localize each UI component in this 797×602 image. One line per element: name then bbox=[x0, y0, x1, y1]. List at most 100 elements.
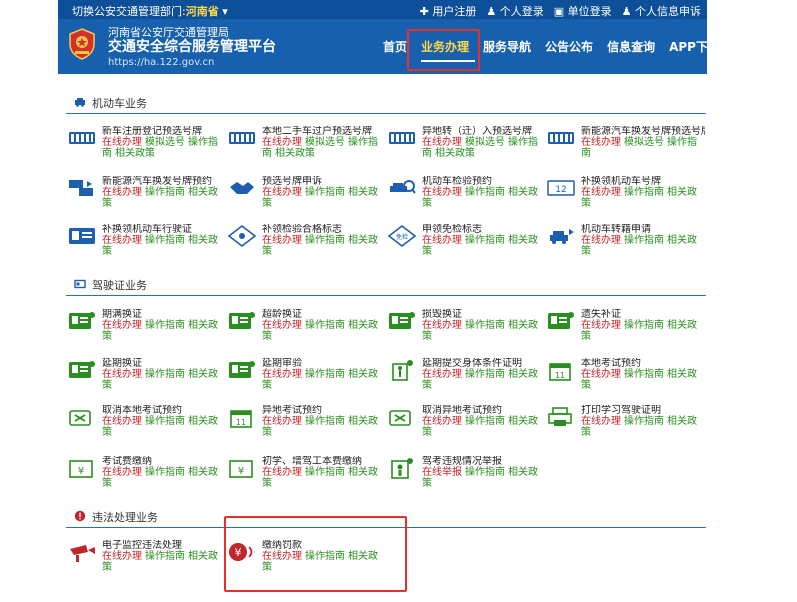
service-item[interactable]: 损毁换证 在线办理 操作指南 相关政策 bbox=[388, 309, 546, 353]
service-link[interactable]: 操作指南 bbox=[145, 320, 185, 331]
service-link[interactable]: 操作指南 bbox=[305, 416, 345, 427]
service-link[interactable]: 操作指南 bbox=[305, 467, 345, 478]
online-action-link[interactable]: 在线办理 bbox=[581, 187, 621, 198]
service-item-name[interactable]: 新车注册登记预选号牌 bbox=[102, 126, 226, 137]
service-item[interactable]: 新车注册登记预选号牌 在线办理 模拟选号 操作指南 相关政策 bbox=[68, 126, 226, 170]
service-link[interactable]: 操作指南 bbox=[305, 369, 345, 380]
service-item-name[interactable]: 超龄换证 bbox=[262, 309, 386, 320]
service-link[interactable]: 相关政策 bbox=[435, 148, 475, 159]
service-item-name[interactable]: 取消异地考试预约 bbox=[422, 405, 546, 416]
online-action-link[interactable]: 在线办理 bbox=[262, 416, 302, 427]
online-action-link[interactable]: 在线举报 bbox=[422, 467, 462, 478]
service-item[interactable]: 新能源汽车换发号牌预约 在线办理 操作指南 相关政策 bbox=[68, 176, 226, 220]
service-item[interactable]: 异地转（迁）入预选号牌 在线办理 模拟选号 操作指南 相关政策 bbox=[388, 126, 546, 170]
service-item[interactable]: 机动车检验预约 在线办理 操作指南 相关政策 bbox=[388, 176, 546, 220]
service-item[interactable]: 延期审验 在线办理 操作指南 相关政策 bbox=[228, 358, 386, 402]
online-action-link[interactable]: 在线办理 bbox=[581, 369, 621, 380]
service-item-name[interactable]: 申领免检标志 bbox=[422, 224, 546, 235]
service-link[interactable]: 操作指南 bbox=[145, 235, 185, 246]
online-action-link[interactable]: 在线办理 bbox=[262, 320, 302, 331]
service-item[interactable]: ¥ 考试费缴纳 在线办理 操作指南 相关政策 bbox=[68, 456, 226, 500]
online-action-link[interactable]: 在线办理 bbox=[422, 137, 462, 148]
service-item[interactable]: 11 异地考试预约 在线办理 操作指南 相关政策 bbox=[228, 405, 386, 449]
service-link[interactable]: 操作指南 bbox=[465, 467, 505, 478]
service-item-name[interactable]: 新能源汽车换发号牌预约 bbox=[102, 176, 226, 187]
online-action-link[interactable]: 在线办理 bbox=[102, 235, 142, 246]
service-item[interactable]: 电子监控违法处理 在线办理 操作指南 相关政策 bbox=[68, 540, 226, 584]
service-item-name[interactable]: 驾考违规情况举报 bbox=[422, 456, 546, 467]
service-item[interactable]: 遗失补证 在线办理 操作指南 相关政策 bbox=[547, 309, 705, 353]
nav-app-download[interactable]: APP下载 bbox=[669, 38, 720, 56]
online-action-link[interactable]: 在线办理 bbox=[102, 551, 142, 562]
online-action-link[interactable]: 在线办理 bbox=[422, 320, 462, 331]
service-item-name[interactable]: 初学、增驾工本费缴纳 bbox=[262, 456, 386, 467]
service-item[interactable]: 取消异地考试预约 在线办理 操作指南 相关政策 bbox=[388, 405, 546, 449]
service-item-name[interactable]: 异地转（迁）入预选号牌 bbox=[422, 126, 546, 137]
service-item[interactable]: 补领检验合格标志 在线办理 操作指南 相关政策 bbox=[228, 224, 386, 268]
service-item-name[interactable]: 本地考试预约 bbox=[581, 358, 705, 369]
service-link[interactable]: 操作指南 bbox=[305, 235, 345, 246]
online-action-link[interactable]: 在线办理 bbox=[422, 235, 462, 246]
service-item-name[interactable]: 异地考试预约 bbox=[262, 405, 386, 416]
appeal-link[interactable]: ♟ 个人信息申诉 bbox=[622, 3, 701, 19]
service-link[interactable]: 操作指南 bbox=[145, 416, 185, 427]
service-link[interactable]: 操作指南 bbox=[145, 467, 185, 478]
online-action-link[interactable]: 在线办理 bbox=[262, 369, 302, 380]
service-link[interactable]: 操作指南 bbox=[624, 416, 664, 427]
service-item[interactable]: 驾考违规情况举报 在线举报 操作指南 相关政策 bbox=[388, 456, 546, 500]
nav-service-guide[interactable]: 服务导航 bbox=[483, 38, 531, 56]
online-action-link[interactable]: 在线办理 bbox=[102, 320, 142, 331]
online-action-link[interactable]: 在线办理 bbox=[262, 137, 302, 148]
service-link[interactable]: 操作指南 bbox=[145, 369, 185, 380]
service-item-name[interactable]: 延期审验 bbox=[262, 358, 386, 369]
service-item-name[interactable]: 延期换证 bbox=[102, 358, 226, 369]
online-action-link[interactable]: 在线办理 bbox=[422, 369, 462, 380]
service-item-name[interactable]: 补换领机动车号牌 bbox=[581, 176, 705, 187]
online-action-link[interactable]: 在线办理 bbox=[422, 416, 462, 427]
service-link[interactable]: 模拟选号 bbox=[145, 137, 185, 148]
nav-home[interactable]: 首页 bbox=[383, 38, 407, 56]
service-link[interactable]: 操作指南 bbox=[624, 187, 664, 198]
service-link[interactable]: 操作指南 bbox=[465, 416, 505, 427]
department-switcher[interactable]: 切换公安交通管理部门:河南省 ▾ bbox=[72, 3, 228, 19]
online-action-link[interactable]: 在线办理 bbox=[102, 467, 142, 478]
service-item[interactable]: 超龄换证 在线办理 操作指南 相关政策 bbox=[228, 309, 386, 353]
online-action-link[interactable]: 在线办理 bbox=[262, 467, 302, 478]
service-item-name[interactable]: 补换领机动车行驶证 bbox=[102, 224, 226, 235]
service-item-name[interactable]: 期满换证 bbox=[102, 309, 226, 320]
service-item-name[interactable]: 补领检验合格标志 bbox=[262, 224, 386, 235]
service-item-name[interactable]: 本地二手车过户预选号牌 bbox=[262, 126, 386, 137]
service-item-name[interactable]: 电子监控违法处理 bbox=[102, 540, 226, 551]
service-link[interactable]: 操作指南 bbox=[145, 187, 185, 198]
online-action-link[interactable]: 在线办理 bbox=[102, 187, 142, 198]
brand[interactable]: 河南省公安厅交通管理局 交通安全综合服务管理平台 https://ha.122.… bbox=[108, 26, 276, 69]
service-item-name[interactable]: 延期提交身体条件证明 bbox=[422, 358, 546, 369]
register-link[interactable]: ✚ 用户注册 bbox=[420, 3, 477, 19]
service-item[interactable]: 补换领机动车行驶证 在线办理 操作指南 相关政策 bbox=[68, 224, 226, 268]
service-item[interactable]: 12 补换领机动车号牌 在线办理 操作指南 相关政策 bbox=[547, 176, 705, 220]
service-item-name[interactable]: 损毁换证 bbox=[422, 309, 546, 320]
service-item-name[interactable]: 预选号牌申诉 bbox=[262, 176, 386, 187]
service-item-name[interactable]: 考试费缴纳 bbox=[102, 456, 226, 467]
service-link[interactable]: 操作指南 bbox=[145, 551, 185, 562]
service-item-name[interactable]: 机动车检验预约 bbox=[422, 176, 546, 187]
service-link[interactable]: 操作指南 bbox=[624, 320, 664, 331]
service-item-name[interactable]: 机动车转籍申请 bbox=[581, 224, 705, 235]
service-item[interactable]: ¥ 初学、增驾工本费缴纳 在线办理 操作指南 相关政策 bbox=[228, 456, 386, 500]
online-action-link[interactable]: 在线办理 bbox=[102, 369, 142, 380]
service-link[interactable]: 操作指南 bbox=[465, 320, 505, 331]
service-item[interactable]: 延期换证 在线办理 操作指南 相关政策 bbox=[68, 358, 226, 402]
nav-announcements[interactable]: 公告公布 bbox=[545, 38, 593, 56]
service-item[interactable]: 免检 申领免检标志 在线办理 操作指南 相关政策 bbox=[388, 224, 546, 268]
service-link[interactable]: 模拟选号 bbox=[465, 137, 505, 148]
service-link[interactable]: 操作指南 bbox=[465, 369, 505, 380]
service-link[interactable]: 操作指南 bbox=[305, 320, 345, 331]
online-action-link[interactable]: 在线办理 bbox=[422, 187, 462, 198]
online-action-link[interactable]: 在线办理 bbox=[581, 235, 621, 246]
service-item-name[interactable]: 新能源汽车换发号牌预选号牌 bbox=[581, 126, 705, 137]
service-item[interactable]: 取消本地考试预约 在线办理 操作指南 相关政策 bbox=[68, 405, 226, 449]
service-item[interactable]: 本地二手车过户预选号牌 在线办理 模拟选号 操作指南 相关政策 bbox=[228, 126, 386, 170]
personal-login-link[interactable]: ♟ 个人登录 bbox=[486, 3, 543, 19]
service-item[interactable]: 预选号牌申诉 在线办理 操作指南 相关政策 bbox=[228, 176, 386, 220]
service-link[interactable]: 操作指南 bbox=[465, 235, 505, 246]
